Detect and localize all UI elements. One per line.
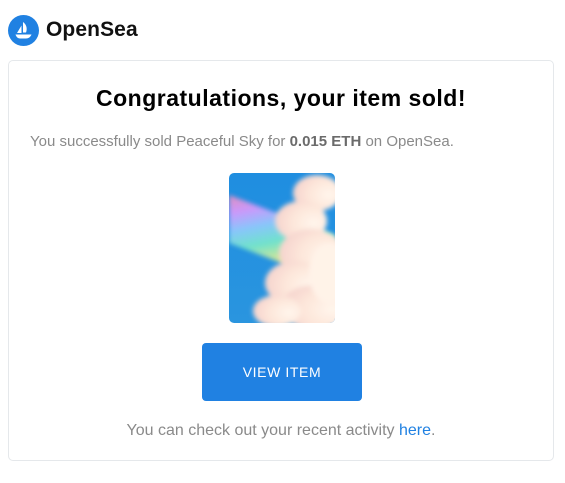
sale-message: You successfully sold Peaceful Sky for 0…: [30, 133, 454, 150]
opensea-logo-icon: [8, 14, 39, 46]
recent-activity-link[interactable]: here: [399, 422, 431, 439]
email-title: Congratulations, your item sold!: [96, 85, 466, 111]
footer-prefix: You can check out your recent activity: [126, 422, 399, 439]
activity-footer: You can check out your recent activity h…: [9, 422, 553, 440]
sale-message-suffix: on OpenSea.: [361, 133, 454, 150]
view-item-button[interactable]: VIEW ITEM: [202, 343, 362, 401]
email-header: OpenSea: [8, 12, 138, 48]
sale-message-prefix: You successfully sold Peaceful Sky for: [30, 133, 290, 150]
sale-notification-card: Congratulations, your item sold! You suc…: [8, 60, 554, 461]
item-image[interactable]: [229, 173, 335, 323]
brand-name: OpenSea: [46, 18, 138, 41]
footer-suffix: .: [431, 422, 436, 439]
sale-amount: 0.015 ETH: [289, 133, 362, 150]
